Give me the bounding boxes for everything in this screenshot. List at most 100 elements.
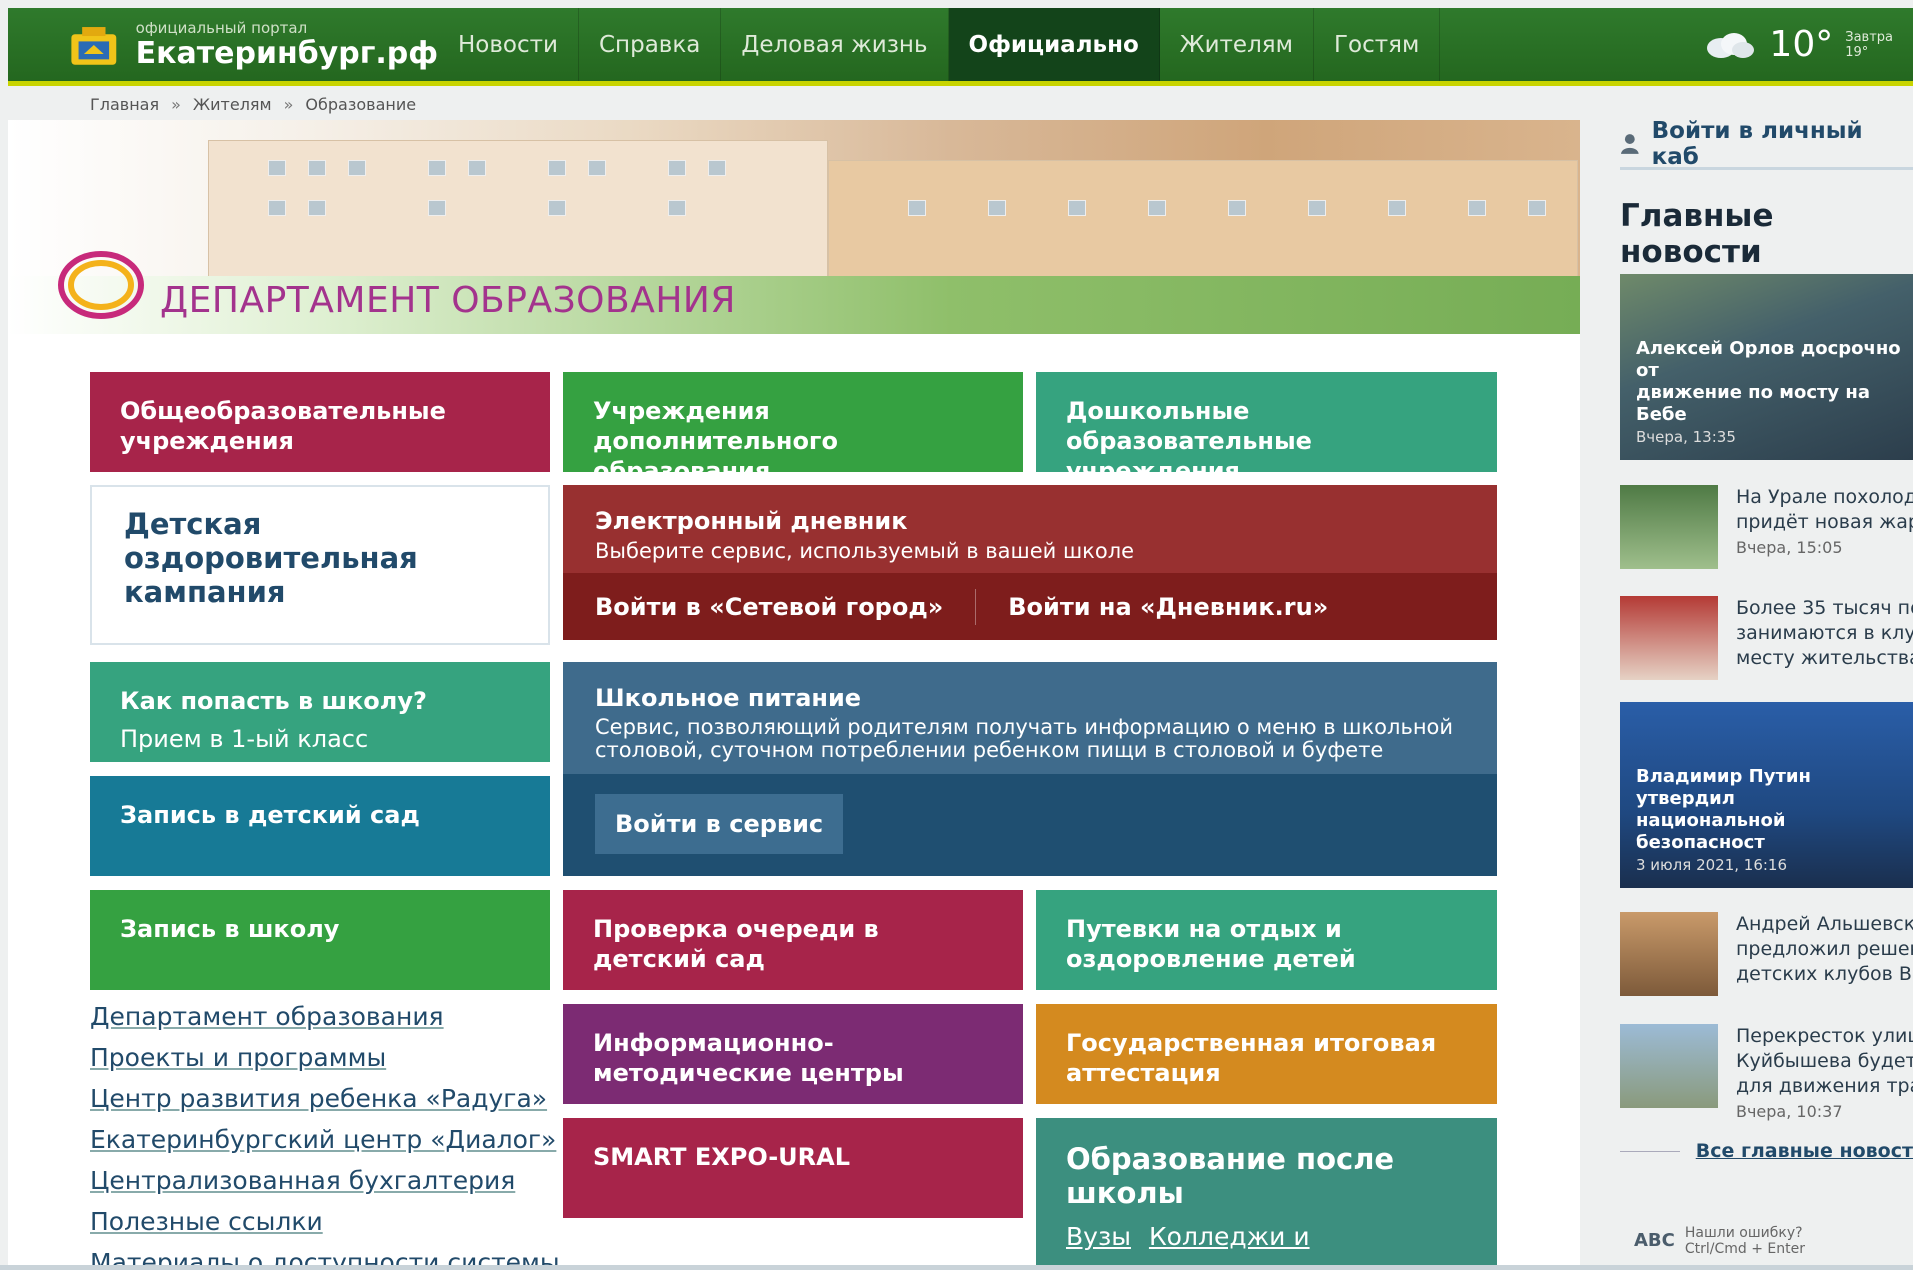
news-time: Вчера, 13:35 <box>1636 428 1736 446</box>
all-news-link[interactable]: Все главные новост <box>1696 1140 1913 1162</box>
department-banner: ДЕПАРТАМЕНТ ОБРАЗОВАНИЯ <box>8 120 1580 334</box>
news-thumbnail <box>1620 485 1718 569</box>
nav-help[interactable]: Справка <box>579 8 722 81</box>
news-thumbnail <box>1620 912 1718 996</box>
news-item-featured[interactable]: Владимир Путин утвердил национальной без… <box>1620 702 1913 888</box>
report-error-label: Нашли ошибку? <box>1684 1225 1803 1241</box>
breadcrumb-separator: » <box>283 95 294 114</box>
tile-general-schools[interactable]: Общеобразовательные учреждения <box>90 372 550 472</box>
nav-business[interactable]: Деловая жизнь <box>721 8 949 81</box>
page-bottom-border <box>0 1265 1913 1270</box>
tile-additional-education[interactable]: Учреждения дополнительного образования <box>563 372 1023 485</box>
diary-title: Электронный дневник <box>595 507 908 535</box>
logo-subtitle: официальный портал <box>135 18 308 37</box>
news-headline: Более 35 тысяч по <box>1736 597 1913 619</box>
netcity-login-link[interactable]: Войти в «Сетевой город» <box>595 593 943 621</box>
link-useful[interactable]: Полезные ссылки <box>90 1207 560 1237</box>
food-title: Школьное питание <box>595 684 862 712</box>
main-content: ДЕПАРТАМЕНТ ОБРАЗОВАНИЯ Общеобразователь… <box>8 120 1580 1270</box>
breadcrumb-education: Образование <box>305 95 417 114</box>
link-raduga[interactable]: Центр развития ребенка «Радуга» <box>90 1084 560 1114</box>
tile-summer-campaign[interactable]: Детская оздоровительная кампания <box>90 485 550 645</box>
site-logo[interactable]: официальный портал Екатеринбург.рф <box>8 8 438 81</box>
diary-subtitle: Выберите сервис, используемый в вашей шк… <box>595 539 1135 563</box>
divider <box>1620 1150 1680 1152</box>
breadcrumb-home[interactable]: Главная <box>90 95 159 114</box>
report-error[interactable]: ABC Нашли ошибку? Ctrl/Cmd + Enter <box>1634 1225 1805 1257</box>
school-food-tile: Школьное питание Сервис, позволяющий род… <box>563 662 1497 876</box>
news-headline: занимаются в клу <box>1736 622 1913 644</box>
report-error-shortcut: Ctrl/Cmd + Enter <box>1684 1241 1806 1257</box>
top-header: официальный портал Екатеринбург.рф Новос… <box>8 8 1913 86</box>
electronic-diary-tile: Электронный дневник Выберите сервис, исп… <box>563 485 1497 640</box>
weather-widget[interactable]: 10° Завтра 19° <box>1701 8 1913 81</box>
news-time: 3 июля 2021, 16:16 <box>1636 856 1788 874</box>
tile-final-exam[interactable]: Государственная итоговая аттестация <box>1036 1004 1497 1104</box>
tile-after-school[interactable]: Образование после школы Вузы Колледжи и … <box>1036 1118 1497 1270</box>
tile-how-to-school[interactable]: Как попасть в школу? Прием в 1-ый класс <box>90 662 550 762</box>
news-time: Вчера, 15:05 <box>1736 538 1843 557</box>
city-emblem-icon <box>71 26 117 65</box>
tomorrow-forecast: Завтра 19° <box>1845 30 1893 60</box>
food-subtitle-line1: Сервис, позволяющий родителям получать и… <box>595 715 1454 739</box>
login-label: Войти в личный каб <box>1651 117 1863 170</box>
link-dialog[interactable]: Екатеринбургский центр «Диалог» <box>90 1125 560 1155</box>
food-subtitle-line2: столовой, суточном потреблении ребенком … <box>595 738 1384 762</box>
news-headline: придёт новая жар <box>1736 511 1913 533</box>
main-nav: Новости Справка Деловая жизнь Официально… <box>438 8 1441 81</box>
news-thumbnail <box>1620 1024 1718 1108</box>
breadcrumb-residents[interactable]: Жителям <box>193 95 272 114</box>
link-projects[interactable]: Проекты и программы <box>90 1043 560 1073</box>
tile-preschool[interactable]: Дошкольные образовательные учреждения <box>1036 372 1497 485</box>
universities-link[interactable]: Вузы <box>1066 1222 1131 1251</box>
department-logo-icon <box>58 251 144 319</box>
breadcrumb: Главная » Жителям » Образование <box>90 95 416 114</box>
breadcrumb-separator: » <box>171 95 181 114</box>
tile-smart-expo[interactable]: SMART EXPO-URAL <box>563 1118 1023 1218</box>
school-building-image <box>208 140 828 280</box>
news-item[interactable]: Более 35 тысяч по занимаются в клу месту… <box>1620 596 1913 680</box>
news-headline: для движения тра <box>1736 1075 1913 1097</box>
tile-queue-check[interactable]: Проверка очереди в детский сад <box>563 890 1023 990</box>
divider <box>975 588 977 625</box>
news-headline: детских клубов Вч <box>1736 963 1913 985</box>
tomorrow-temp: 19° <box>1845 44 1869 60</box>
news-headline: движение по мосту на Бебе <box>1636 382 1871 425</box>
dnevnik-login-link[interactable]: Войти на «Дневник.ru» <box>1008 593 1328 621</box>
tile-kindergarten-signup[interactable]: Запись в детский сад <box>90 776 550 876</box>
sidebar: Войти в личный каб Главные новости Алекс… <box>1620 117 1913 1270</box>
all-news: Все главные новост <box>1620 1140 1913 1162</box>
news-item[interactable]: На Урале похолод придёт новая жар Вчера,… <box>1620 485 1913 569</box>
nav-residents[interactable]: Жителям <box>1160 8 1314 81</box>
news-headline: месту жительства <box>1736 647 1913 669</box>
news-item[interactable]: Перекресток улиц Куйбышева будет для дви… <box>1620 1024 1913 1124</box>
main-news-heading: Главные новости <box>1620 198 1774 270</box>
personal-account-login[interactable]: Войти в личный каб <box>1620 117 1913 170</box>
cloud-icon <box>1707 32 1755 58</box>
after-school-title: Образование после школы <box>1066 1142 1395 1210</box>
tile-vouchers[interactable]: Путевки на отдых и оздоровление детей <box>1036 890 1497 990</box>
news-item-featured[interactable]: Алексей Орлов досрочно от движение по мо… <box>1620 274 1913 460</box>
tomorrow-label: Завтра <box>1845 29 1893 45</box>
current-temperature: 10° <box>1769 24 1834 65</box>
news-headline: Алексей Орлов досрочно от <box>1636 338 1901 381</box>
news-headline: национальной безопасност <box>1636 810 1786 853</box>
link-department[interactable]: Департамент образования <box>90 1002 560 1032</box>
logo-title: Екатеринбург.рф <box>135 35 438 71</box>
related-links: Департамент образования Проекты и програ… <box>90 1002 560 1270</box>
nav-guests[interactable]: Гостям <box>1314 8 1441 81</box>
news-headline: Андрей Альшевск <box>1736 913 1913 935</box>
spellcheck-icon: ABC <box>1634 1230 1675 1251</box>
tile-info-centers[interactable]: Информационно-методические центры <box>563 1004 1023 1104</box>
news-time: Вчера, 10:37 <box>1736 1102 1843 1121</box>
nav-news[interactable]: Новости <box>438 8 579 81</box>
food-service-login-button[interactable]: Войти в сервис <box>595 794 844 854</box>
tile-school-signup[interactable]: Запись в школу <box>90 890 550 990</box>
link-accounting[interactable]: Централизованная бухгалтерия <box>90 1166 560 1196</box>
news-headline: Перекресток улиц <box>1736 1025 1913 1047</box>
news-thumbnail <box>1620 596 1718 680</box>
nav-official[interactable]: Официально <box>948 8 1160 81</box>
news-item[interactable]: Андрей Альшевск предложил решен детских … <box>1620 912 1913 996</box>
news-headline: Владимир Путин утвердил <box>1636 766 1811 809</box>
person-icon <box>1620 133 1639 154</box>
